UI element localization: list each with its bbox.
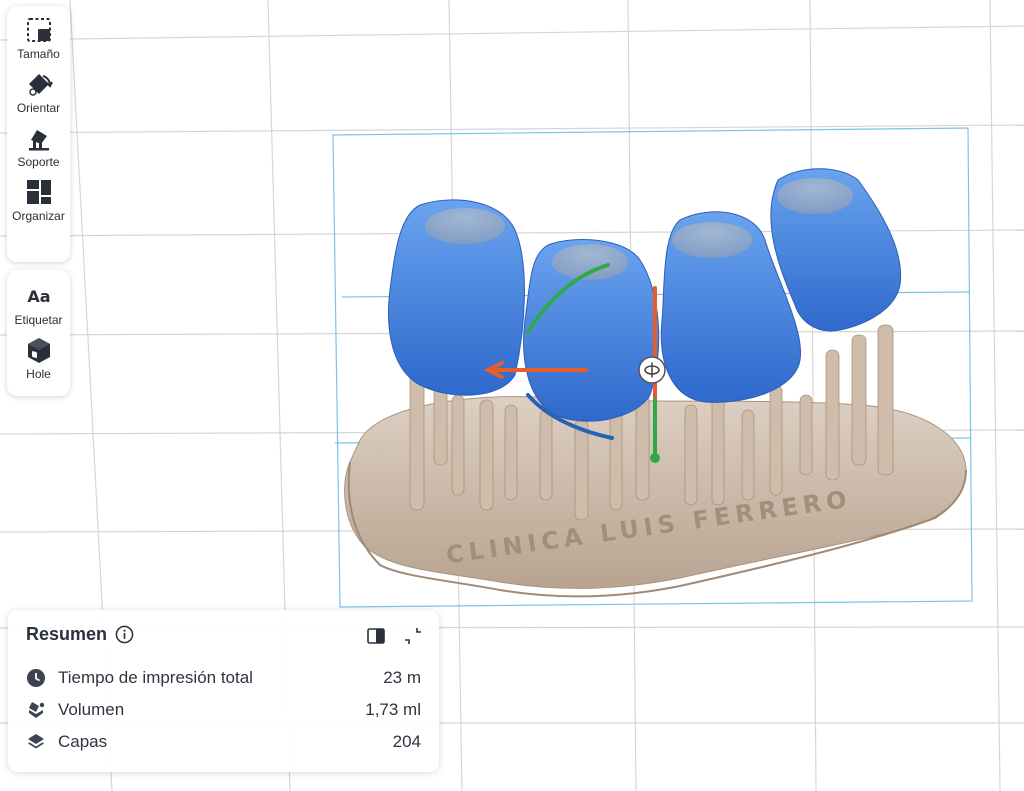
summary-header: Resumen: [26, 624, 134, 645]
tool-orient[interactable]: Orientar: [7, 70, 70, 115]
left-toolbar: Tamaño Orientar Soporte Organizar: [7, 6, 70, 262]
tool-arrange[interactable]: Organizar: [7, 178, 70, 223]
support-icon: [28, 130, 49, 151]
left-toolbar-secondary: Aa Etiquetar Hole: [7, 270, 70, 396]
summary-row-layers: Capas 204: [26, 730, 421, 754]
panel-toggle-icon[interactable]: [366, 626, 386, 646]
summary-row-print-time: Tiempo de impresión total 23 m: [26, 666, 421, 690]
collapse-icon[interactable]: [403, 626, 423, 646]
volume-label: Volumen: [58, 700, 125, 719]
tool-hole-label: Hole: [26, 367, 51, 381]
label-icon: Aa: [27, 287, 50, 306]
tool-orient-label: Orientar: [16, 101, 61, 115]
svg-text:Aa: Aa: [27, 287, 50, 306]
tool-support-label: Soporte: [17, 155, 60, 169]
hole-icon: [27, 338, 50, 363]
tool-arrange-label: Organizar: [12, 209, 65, 223]
print-time-label: Tiempo de impresión total: [58, 668, 253, 687]
layout-icon: [26, 180, 51, 204]
summary-title: Resumen: [26, 624, 108, 644]
layers-icon: [28, 734, 44, 749]
layers-value: 204: [392, 732, 421, 751]
clock-icon: [27, 669, 45, 687]
volume-value: 1,73 ml: [365, 700, 421, 719]
orient-icon: [28, 74, 53, 96]
tool-size[interactable]: Tamaño: [7, 16, 70, 61]
resize-icon: [26, 18, 51, 42]
tool-hole[interactable]: Hole: [7, 336, 70, 381]
info-icon[interactable]: [115, 625, 134, 644]
tool-label[interactable]: Aa Etiquetar: [7, 282, 70, 327]
print-time-value: 23 m: [383, 668, 421, 687]
summary-row-volume: Volumen 1,73 ml: [26, 698, 421, 722]
tool-size-label: Tamaño: [17, 47, 60, 61]
volume-icon: [29, 702, 45, 718]
summary-panel: Resumen Tiempo de impresión total 23 m V…: [8, 610, 439, 772]
dental-crowns: [388, 168, 902, 422]
tool-label-label: Etiquetar: [14, 313, 63, 327]
tool-support[interactable]: Soporte: [7, 124, 70, 169]
summary-header-actions: [366, 626, 423, 646]
layers-label: Capas: [58, 732, 108, 751]
